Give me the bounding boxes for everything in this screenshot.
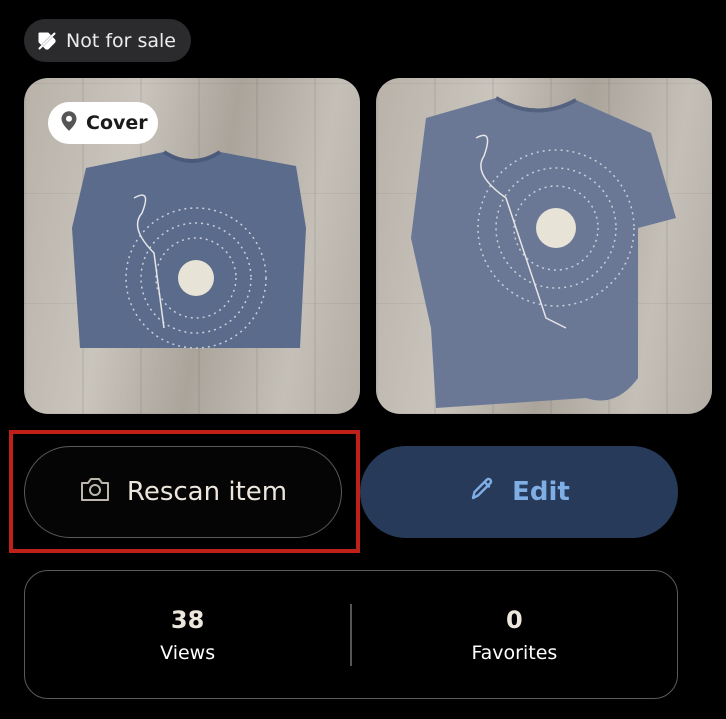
status-label: Not for sale: [66, 29, 177, 52]
edit-label: Edit: [512, 477, 570, 507]
favorites-count: 0: [506, 605, 523, 634]
views-label: Views: [160, 641, 216, 664]
rescan-label: Rescan item: [126, 477, 288, 507]
tshirt-worn-image: [411, 96, 676, 408]
views-stat: 38 Views: [25, 606, 350, 664]
favorites-stat: 0 Favorites: [352, 606, 677, 664]
favorites-label: Favorites: [471, 641, 558, 664]
cover-label: Cover: [86, 112, 148, 134]
not-for-sale-badge: Not for sale: [24, 19, 191, 62]
edit-button[interactable]: Edit: [360, 446, 678, 538]
location-pin-icon: [60, 110, 78, 137]
rescan-item-button[interactable]: Rescan item: [24, 446, 342, 538]
second-photo[interactable]: [376, 78, 712, 414]
stats-panel: 38 Views 0 Favorites: [24, 570, 678, 699]
tag-off-icon: [37, 31, 57, 51]
pencil-icon: [468, 475, 496, 510]
cover-badge: Cover: [48, 102, 158, 144]
cover-photo[interactable]: Cover: [24, 78, 360, 414]
camera-icon: [79, 475, 111, 510]
views-count: 38: [170, 605, 205, 634]
